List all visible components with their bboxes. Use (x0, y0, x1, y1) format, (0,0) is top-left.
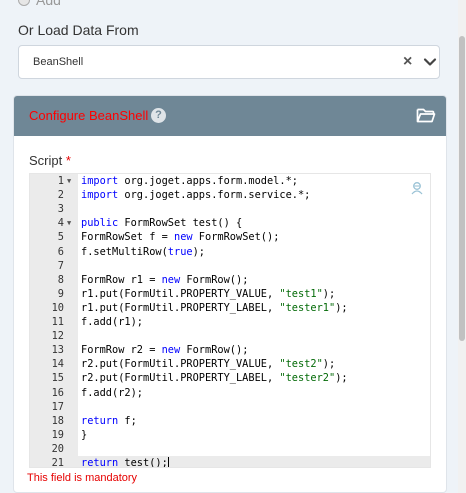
line-number: 21 (51, 457, 64, 468)
code-line[interactable]: 19} (30, 428, 430, 442)
code-line[interactable]: 14 r2.put(FormUtil.PROPERTY_VALUE, "test2… (30, 357, 430, 371)
line-number: 12 (51, 330, 64, 343)
script-editor[interactable]: 1 ▼ import org.joget.apps.form.model.*; 2 im… (29, 173, 431, 468)
fold-toggle-icon[interactable]: ▼ (67, 216, 71, 230)
folder-open-icon[interactable] (416, 107, 436, 124)
load-data-selected-value: BeanShell (33, 56, 84, 68)
add-option[interactable]: Add (18, 0, 61, 8)
code-text: import org.joget.apps.form.service.*; (81, 189, 311, 202)
code-line[interactable]: 8 FormRow r1 = new FormRow(); (30, 273, 430, 287)
line-number: 9 (57, 287, 64, 300)
scrollbar-thumb[interactable] (459, 36, 465, 341)
script-label: Script * (29, 153, 71, 168)
code-text: r1.put(FormUtil.PROPERTY_LABEL, "tester1… (81, 301, 348, 314)
code-text: import org.joget.apps.form.model.*; (81, 175, 298, 187)
code-line[interactable]: 2 import org.joget.apps.form.service.*; (30, 188, 430, 202)
code-line[interactable]: 1 ▼ import org.joget.apps.form.model.*; (30, 174, 430, 188)
code-text: FormRow r2 = new FormRow(); (81, 344, 249, 357)
text-cursor (167, 457, 169, 467)
code-line[interactable]: 18 return f; (30, 414, 430, 428)
code-line[interactable]: 6 f.setMultiRow(true); (30, 245, 430, 259)
configure-panel: Configure BeanShell ? Script * 1 ▼ import … (13, 95, 447, 493)
script-label-text: Script (29, 153, 63, 168)
load-data-label: Or Load Data From (18, 22, 139, 38)
configure-title: Configure BeanShell (29, 108, 149, 123)
code-line[interactable]: 11 f.add(r1); (30, 315, 430, 329)
line-number: 13 (51, 344, 64, 357)
code-text: r2.put(FormUtil.PROPERTY_LABEL, "tester2… (81, 372, 348, 385)
line-number: 4 (57, 217, 64, 230)
code-line[interactable]: 3 (30, 202, 430, 216)
code-line[interactable]: 21 return test(); (30, 456, 430, 468)
clear-selection-icon[interactable]: × (403, 53, 412, 71)
code-line[interactable]: 5 FormRowSet f = new FormRowSet(); (30, 230, 430, 244)
code-text: r1.put(FormUtil.PROPERTY_VALUE, "test1")… (81, 287, 336, 300)
line-number: 15 (51, 372, 64, 385)
code-text: return test(); (81, 457, 169, 468)
code-text: f.add(r1); (81, 316, 143, 328)
code-line[interactable]: 20 (30, 442, 430, 456)
add-radio[interactable] (18, 0, 30, 6)
code-text: public FormRowSet test() { (81, 217, 243, 230)
line-number: 1 (57, 175, 64, 187)
line-number: 16 (51, 386, 64, 399)
code-line[interactable]: 10 r1.put(FormUtil.PROPERTY_LABEL, "teste… (30, 301, 430, 315)
code-text: return f; (81, 414, 137, 427)
line-number: 19 (51, 428, 64, 441)
code-text: f.setMultiRow(true); (81, 245, 206, 258)
fold-toggle-icon[interactable]: ▼ (67, 174, 71, 188)
configure-panel-header: Configure BeanShell ? (14, 96, 446, 136)
line-number: 10 (51, 301, 64, 314)
code-text: FormRowSet f = new FormRowSet(); (81, 231, 280, 244)
code-line[interactable]: 4 ▼ public FormRowSet test() { (30, 216, 430, 230)
code-line[interactable]: 12 (30, 329, 430, 343)
line-number: 2 (57, 189, 64, 202)
code-line[interactable]: 9 r1.put(FormUtil.PROPERTY_VALUE, "test1"… (30, 287, 430, 301)
line-number: 11 (51, 316, 64, 328)
line-number: 18 (51, 414, 64, 427)
code-line[interactable]: 15 r2.put(FormUtil.PROPERTY_LABEL, "teste… (30, 371, 430, 385)
line-number: 14 (51, 358, 64, 371)
code-line[interactable]: 17 (30, 400, 430, 414)
add-option-label: Add (36, 0, 61, 8)
help-icon[interactable]: ? (151, 108, 166, 123)
code-line[interactable]: 16 f.add(r2); (30, 386, 430, 400)
validation-error: This field is mandatory (27, 472, 138, 484)
line-number: 7 (57, 259, 64, 272)
load-data-select[interactable]: BeanShell × (18, 45, 440, 79)
required-marker: * (65, 153, 71, 168)
line-number: 8 (57, 273, 64, 286)
page-scrollbar[interactable] (458, 0, 466, 493)
code-text: FormRow r1 = new FormRow(); (81, 273, 249, 286)
code-text: r2.put(FormUtil.PROPERTY_VALUE, "test2")… (81, 358, 336, 371)
line-number: 6 (57, 245, 64, 258)
line-number: 17 (51, 400, 64, 413)
chevron-down-icon[interactable] (423, 55, 437, 69)
line-number: 5 (57, 231, 64, 244)
code-text: } (81, 428, 88, 441)
line-number: 3 (57, 203, 64, 216)
code-text: f.add(r2); (81, 386, 143, 399)
line-number: 20 (51, 442, 64, 455)
code-line[interactable]: 7 (30, 259, 430, 273)
code-line[interactable]: 13 FormRow r2 = new FormRow(); (30, 343, 430, 357)
